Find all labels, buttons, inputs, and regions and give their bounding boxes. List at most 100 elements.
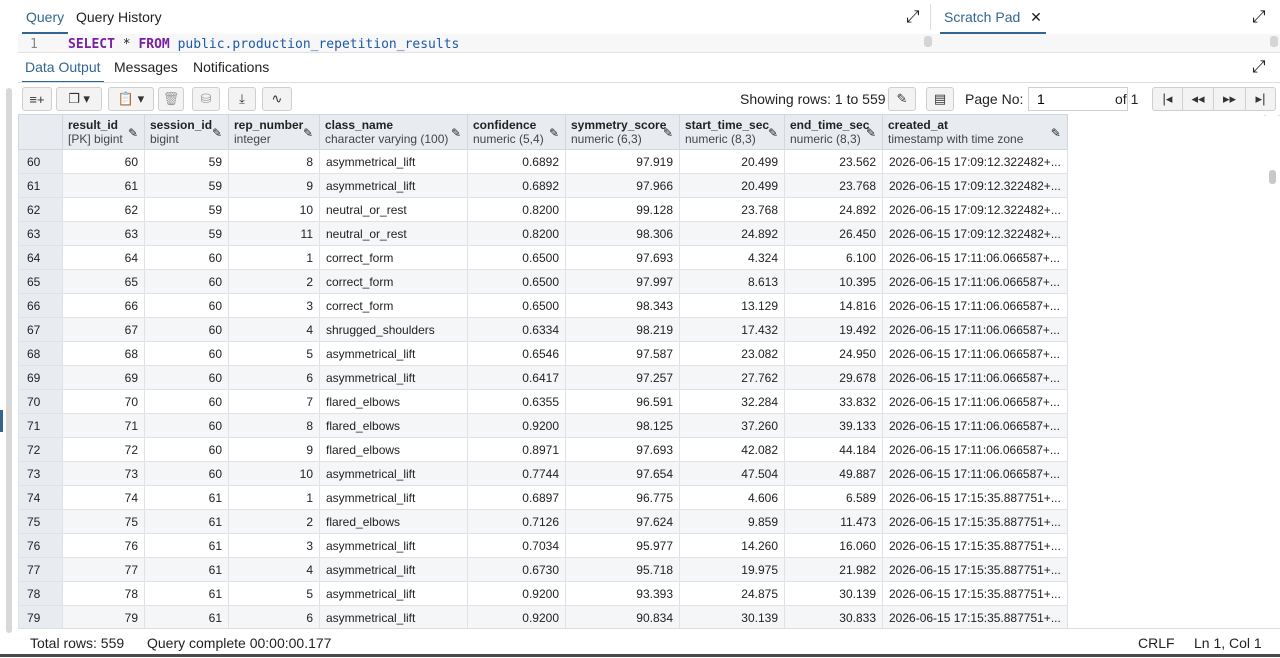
table-cell[interactable]: 3 [228, 293, 320, 318]
table-cell[interactable]: 60 [144, 389, 229, 414]
table-cell[interactable]: 16.060 [784, 533, 883, 558]
table-cell[interactable]: 1 [228, 485, 320, 510]
table-cell[interactable]: 59 [144, 149, 229, 174]
table-cell[interactable]: 61 [144, 557, 229, 582]
table-cell[interactable]: 70 [62, 389, 145, 414]
table-cell[interactable]: 60 [144, 461, 229, 486]
edit-pencil-icon[interactable]: ✎ [663, 126, 673, 140]
table-cell[interactable]: 0.9200 [467, 605, 566, 628]
table-cell[interactable]: 2026-06-15 17:15:35.887751+... [882, 533, 1068, 558]
tab-messages[interactable]: Messages [114, 53, 178, 81]
table-cell[interactable]: 44.184 [784, 437, 883, 462]
row-number[interactable]: 79 [18, 605, 63, 628]
table-row[interactable]: 71 71 60 8 flared_elbows 0.9200 98.125 37.260 39… [18, 413, 1068, 438]
table-cell[interactable]: 0.9200 [467, 581, 566, 606]
row-number[interactable]: 66 [18, 293, 63, 318]
column-header-start_time_sec[interactable]: start_time_sec numeric (8,3) ✎ [679, 114, 785, 150]
table-cell[interactable]: 23.768 [784, 173, 883, 198]
row-number[interactable]: 74 [18, 485, 63, 510]
table-cell[interactable]: 20.499 [679, 173, 785, 198]
row-number[interactable]: 69 [18, 365, 63, 390]
table-row[interactable]: 68 68 60 5 asymmetrical_lift 0.6546 97.587 23.0… [18, 341, 1068, 366]
column-header-session_id[interactable]: session_id bigint ✎ [144, 114, 229, 150]
table-cell[interactable]: 2026-06-15 17:11:06.066587+... [882, 317, 1068, 342]
table-cell[interactable]: 2026-06-15 17:11:06.066587+... [882, 341, 1068, 366]
table-cell[interactable]: 47.504 [679, 461, 785, 486]
table-cell[interactable]: asymmetrical_lift [319, 605, 468, 628]
add-row-icon[interactable]: ≡+ [22, 87, 52, 111]
row-number[interactable]: 67 [18, 317, 63, 342]
table-cell[interactable]: 10 [228, 461, 320, 486]
table-cell[interactable]: 71 [62, 413, 145, 438]
edit-pencil-icon[interactable]: ✎ [128, 126, 138, 140]
table-cell[interactable]: 30.139 [679, 605, 785, 628]
table-cell[interactable]: 14.260 [679, 533, 785, 558]
row-number[interactable]: 62 [18, 197, 63, 222]
table-cell[interactable]: 76 [62, 533, 145, 558]
row-number[interactable]: 71 [18, 413, 63, 438]
table-row[interactable]: 77 77 61 4 asymmetrical_lift 0.6730 95.718 19.9… [18, 557, 1068, 582]
table-cell[interactable]: flared_elbows [319, 437, 468, 462]
table-cell[interactable]: 0.6500 [467, 269, 566, 294]
table-cell[interactable]: 65 [62, 269, 145, 294]
table-cell[interactable]: 8 [228, 413, 320, 438]
row-number[interactable]: 77 [18, 557, 63, 582]
graph-icon[interactable]: ∿ [262, 87, 292, 111]
table-cell[interactable]: 19.492 [784, 317, 883, 342]
expand-icon[interactable]: ⤢ [906, 7, 920, 27]
table-cell[interactable]: 4 [228, 317, 320, 342]
table-cell[interactable]: 98.343 [565, 293, 680, 318]
page-input[interactable] [1028, 87, 1128, 111]
row-number[interactable]: 64 [18, 245, 63, 270]
table-cell[interactable]: 79 [62, 605, 145, 628]
table-cell[interactable]: asymmetrical_lift [319, 173, 468, 198]
table-cell[interactable]: 96.591 [565, 389, 680, 414]
paste-icon[interactable]: 📋 ▾ [108, 87, 154, 111]
left-panel-scrollbar[interactable] [6, 88, 12, 633]
table-cell[interactable]: 0.6500 [467, 293, 566, 318]
table-cell[interactable]: 23.562 [784, 149, 883, 174]
table-cell[interactable]: asymmetrical_lift [319, 149, 468, 174]
editor-scrollbar[interactable] [924, 36, 932, 47]
table-cell[interactable]: 0.6355 [467, 389, 566, 414]
table-cell[interactable]: 72 [62, 437, 145, 462]
row-number-header[interactable] [18, 114, 63, 150]
table-cell[interactable]: 60 [144, 437, 229, 462]
table-cell[interactable]: 0.6730 [467, 557, 566, 582]
table-cell[interactable]: 61 [144, 605, 229, 628]
tab-data-output[interactable]: Data Output [22, 53, 104, 83]
table-cell[interactable]: 0.8971 [467, 437, 566, 462]
table-cell[interactable]: 2 [228, 509, 320, 534]
table-cell[interactable]: 39.133 [784, 413, 883, 438]
column-header-end_time_sec[interactable]: end_time_sec numeric (8,3) ✎ [784, 114, 883, 150]
row-number[interactable]: 76 [18, 533, 63, 558]
table-cell[interactable]: 93.393 [565, 581, 680, 606]
table-cell[interactable]: asymmetrical_lift [319, 557, 468, 582]
table-cell[interactable]: flared_elbows [319, 509, 468, 534]
panel-resize-handle[interactable] [0, 410, 3, 432]
table-cell[interactable]: 1 [228, 245, 320, 270]
table-cell[interactable]: 0.7744 [467, 461, 566, 486]
expand-icon[interactable]: ⤢ [1252, 7, 1266, 27]
table-cell[interactable]: 90.834 [565, 605, 680, 628]
last-page-icon[interactable]: ▸| [1246, 87, 1276, 111]
table-cell[interactable]: 95.718 [565, 557, 680, 582]
table-cell[interactable]: 60 [144, 413, 229, 438]
table-cell[interactable]: 97.966 [565, 173, 680, 198]
table-row[interactable]: 75 75 61 2 flared_elbows 0.7126 97.624 9.859 11.… [18, 509, 1068, 534]
sql-editor[interactable]: 1 SELECT * FROM public.production_repeti… [18, 34, 1280, 52]
row-number[interactable]: 65 [18, 269, 63, 294]
table-cell[interactable]: 66 [62, 293, 145, 318]
table-cell[interactable]: 61 [144, 485, 229, 510]
tab-notifications[interactable]: Notifications [193, 53, 269, 81]
table-row[interactable]: 73 73 60 10 asymmetrical_lift 0.7744 97.654 47.… [18, 461, 1068, 486]
table-cell[interactable]: 78 [62, 581, 145, 606]
row-number[interactable]: 72 [18, 437, 63, 462]
table-row[interactable]: 76 76 61 3 asymmetrical_lift 0.7034 95.977 14.2… [18, 533, 1068, 558]
table-cell[interactable]: 98.125 [565, 413, 680, 438]
table-cell[interactable]: 75 [62, 509, 145, 534]
table-cell[interactable]: 98.306 [565, 221, 680, 246]
table-cell[interactable]: 60 [144, 245, 229, 270]
table-cell[interactable]: 2026-06-15 17:09:12.322482+... [882, 197, 1068, 222]
table-cell[interactable]: 0.6892 [467, 149, 566, 174]
